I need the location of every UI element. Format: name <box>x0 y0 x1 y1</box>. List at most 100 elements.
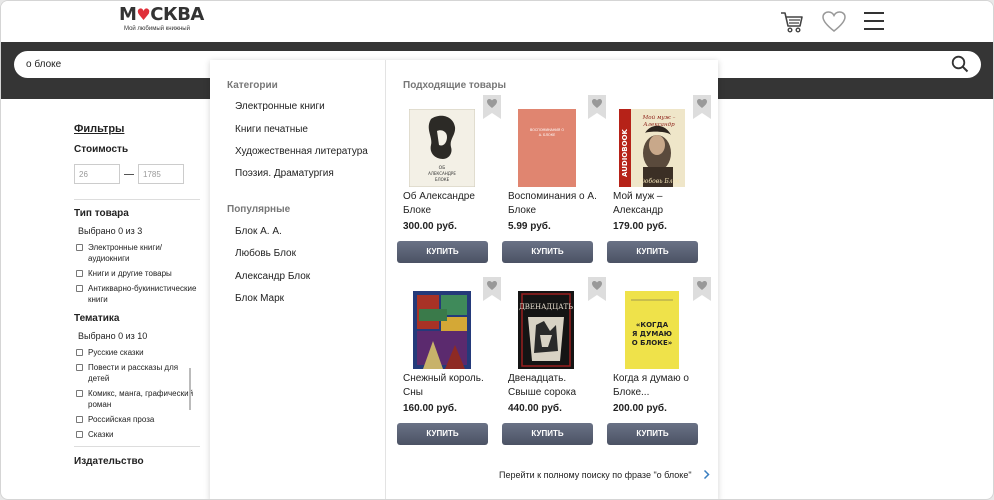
book-cover[interactable]: «КОГДА Я ДУМАЮ О БЛОКЕ» <box>619 291 685 369</box>
svg-text:Я ДУМАЮ: Я ДУМАЮ <box>632 330 672 338</box>
type-option-checkbox[interactable]: Книги и другие товары <box>74 268 199 279</box>
bookmark-heart-icon[interactable] <box>483 277 501 301</box>
category-link[interactable]: Художественная литература <box>235 146 368 157</box>
buy-button[interactable]: КУПИТЬ <box>397 241 488 263</box>
theme-option-checkbox[interactable]: Российская проза <box>74 414 199 425</box>
book-cover[interactable]: ОБ АЛЕКСАНДРЕ БЛОКЕ <box>409 109 475 187</box>
categories-title: Категории <box>227 80 278 91</box>
cart-icon[interactable] <box>779 9 805 35</box>
checkbox-icon <box>76 364 83 371</box>
checkbox-label: Электронные книги/ аудиокниги <box>88 243 163 263</box>
price-max-input[interactable]: 1785 <box>138 164 184 184</box>
type-selected-count: Выбрано 0 из 3 <box>78 226 143 236</box>
product-title[interactable]: Об Александре Блоке <box>403 190 495 218</box>
full-search-link[interactable]: Перейти к полному поиску по фразе "о бло… <box>499 470 692 480</box>
buy-button[interactable]: КУПИТЬ <box>607 241 698 263</box>
svg-text:Александр: Александр <box>642 122 675 128</box>
theme-option-checkbox[interactable]: Комикс, манга, графический роман <box>74 388 199 410</box>
svg-text:«КОГДА: «КОГДА <box>636 321 669 329</box>
divider <box>74 199 200 200</box>
theme-heading: Тематика <box>74 313 120 324</box>
theme-options: Русские сказки Повести и рассказы для де… <box>74 347 199 440</box>
product-price: 200.00 руб. <box>613 403 667 414</box>
checkbox-icon <box>76 270 83 277</box>
popular-link[interactable]: Блок А. А. <box>235 226 282 237</box>
svg-text:AUDIOBOOK: AUDIOBOOK <box>621 129 629 177</box>
chevron-right-icon[interactable] <box>703 469 710 480</box>
type-options: Электронные книги/ аудиокниги Книги и др… <box>74 242 199 305</box>
checkbox-label: Русские сказки <box>88 348 144 357</box>
bookmark-heart-icon[interactable] <box>693 277 711 301</box>
checkbox-label: Повести и рассказы для детей <box>88 363 179 383</box>
svg-text:БЛОКЕ: БЛОКЕ <box>435 177 450 182</box>
type-option-checkbox[interactable]: Антикварно-букинистические книги <box>74 283 199 305</box>
product-title[interactable]: Воспоминания о А. Блоке <box>508 190 600 218</box>
checkbox-icon <box>76 431 83 438</box>
svg-text:АЛЕКСАНДРЕ: АЛЕКСАНДРЕ <box>428 171 456 176</box>
svg-text:Любовь Блок: Любовь Блок <box>637 178 680 185</box>
theme-scrollbar[interactable] <box>189 368 191 410</box>
product-price: 440.00 руб. <box>508 403 562 414</box>
bookmark-heart-icon[interactable] <box>588 95 606 119</box>
popular-title: Популярные <box>227 204 291 215</box>
type-option-checkbox[interactable]: Электронные книги/ аудиокниги <box>74 242 199 264</box>
bookmark-heart-icon[interactable] <box>693 95 711 119</box>
theme-selected-count: Выбрано 0 из 10 <box>78 331 148 341</box>
buy-button[interactable]: КУПИТЬ <box>502 241 593 263</box>
checkbox-icon <box>76 285 83 292</box>
checkbox-icon <box>76 390 83 397</box>
publisher-heading: Издательство <box>74 456 144 467</box>
popular-link[interactable]: Блок Марк <box>235 293 284 304</box>
buy-button[interactable]: КУПИТЬ <box>397 423 488 445</box>
product-price: 179.00 руб. <box>613 221 667 232</box>
type-heading: Тип товара <box>74 208 129 219</box>
product-title[interactable]: Мой муж – Александр <box>613 190 705 218</box>
filters-sidebar: Фильтры Стоимость 26 1785 Тип товара Выб… <box>74 123 200 467</box>
search-icon[interactable] <box>951 55 969 73</box>
checkbox-icon <box>76 416 83 423</box>
book-cover[interactable]: ДВЕНАДЦАТЬ <box>514 291 580 369</box>
menu-icon[interactable] <box>863 9 885 33</box>
buy-button[interactable]: КУПИТЬ <box>502 423 593 445</box>
svg-text:О БЛОКЕ»: О БЛОКЕ» <box>632 339 673 347</box>
checkbox-label: Антикварно-букинистические книги <box>88 284 197 304</box>
product-title[interactable]: Когда я думаю о Блоке... <box>613 372 705 400</box>
category-link[interactable]: Поэзия. Драматургия <box>235 168 334 179</box>
logo[interactable]: М♥СКВА Мой любимый книжный <box>119 4 204 33</box>
price-min-input[interactable]: 26 <box>74 164 120 184</box>
checkbox-icon <box>76 349 83 356</box>
logo-text: М♥СКВА <box>119 4 204 25</box>
theme-option-checkbox[interactable]: Сказки <box>74 429 199 440</box>
price-range: 26 1785 <box>74 164 199 184</box>
category-link[interactable]: Электронные книги <box>235 101 325 112</box>
product-title[interactable]: Двенадцать. Свыше сорока <box>508 372 600 400</box>
page: М♥СКВА Мой любимый книжный Фильтр <box>0 0 994 500</box>
heart-icon[interactable] <box>821 9 847 35</box>
popular-link[interactable]: Любовь Блок <box>235 248 296 259</box>
product-price: 160.00 руб. <box>403 403 457 414</box>
bookmark-heart-icon[interactable] <box>483 95 501 119</box>
price-dash <box>124 173 134 175</box>
checkbox-label: Комикс, манга, графический роман <box>88 389 194 409</box>
theme-option-checkbox[interactable]: Русские сказки <box>74 347 199 358</box>
buy-button[interactable]: КУПИТЬ <box>607 423 698 445</box>
svg-text:ВОСПОМИНАНИЯ О: ВОСПОМИНАНИЯ О <box>530 128 564 132</box>
product-price: 5.99 руб. <box>508 221 551 232</box>
checkbox-label: Сказки <box>88 430 114 439</box>
search-suggestions-dropdown: Категории Электронные книги Книги печатн… <box>210 60 718 499</box>
divider <box>74 446 200 447</box>
bookmark-heart-icon[interactable] <box>588 277 606 301</box>
category-link[interactable]: Книги печатные <box>235 124 308 135</box>
checkbox-icon <box>76 244 83 251</box>
theme-option-checkbox[interactable]: Повести и рассказы для детей <box>74 362 199 384</box>
filters-title[interactable]: Фильтры <box>74 123 199 135</box>
price-heading: Стоимость <box>74 144 129 155</box>
product-title[interactable]: Снежный король. Сны <box>403 372 495 400</box>
checkbox-label: Книги и другие товары <box>88 269 172 278</box>
book-cover[interactable] <box>409 291 475 369</box>
popular-link[interactable]: Александр Блок <box>235 271 310 282</box>
products-title: Подходящие товары <box>403 80 507 91</box>
svg-text:А. БЛОКЕ: А. БЛОКЕ <box>539 133 556 137</box>
book-cover[interactable]: AUDIOBOOK Мой муж – Александр Любовь Бло… <box>619 109 685 187</box>
book-cover[interactable]: ВОСПОМИНАНИЯ О А. БЛОКЕ <box>514 109 580 187</box>
